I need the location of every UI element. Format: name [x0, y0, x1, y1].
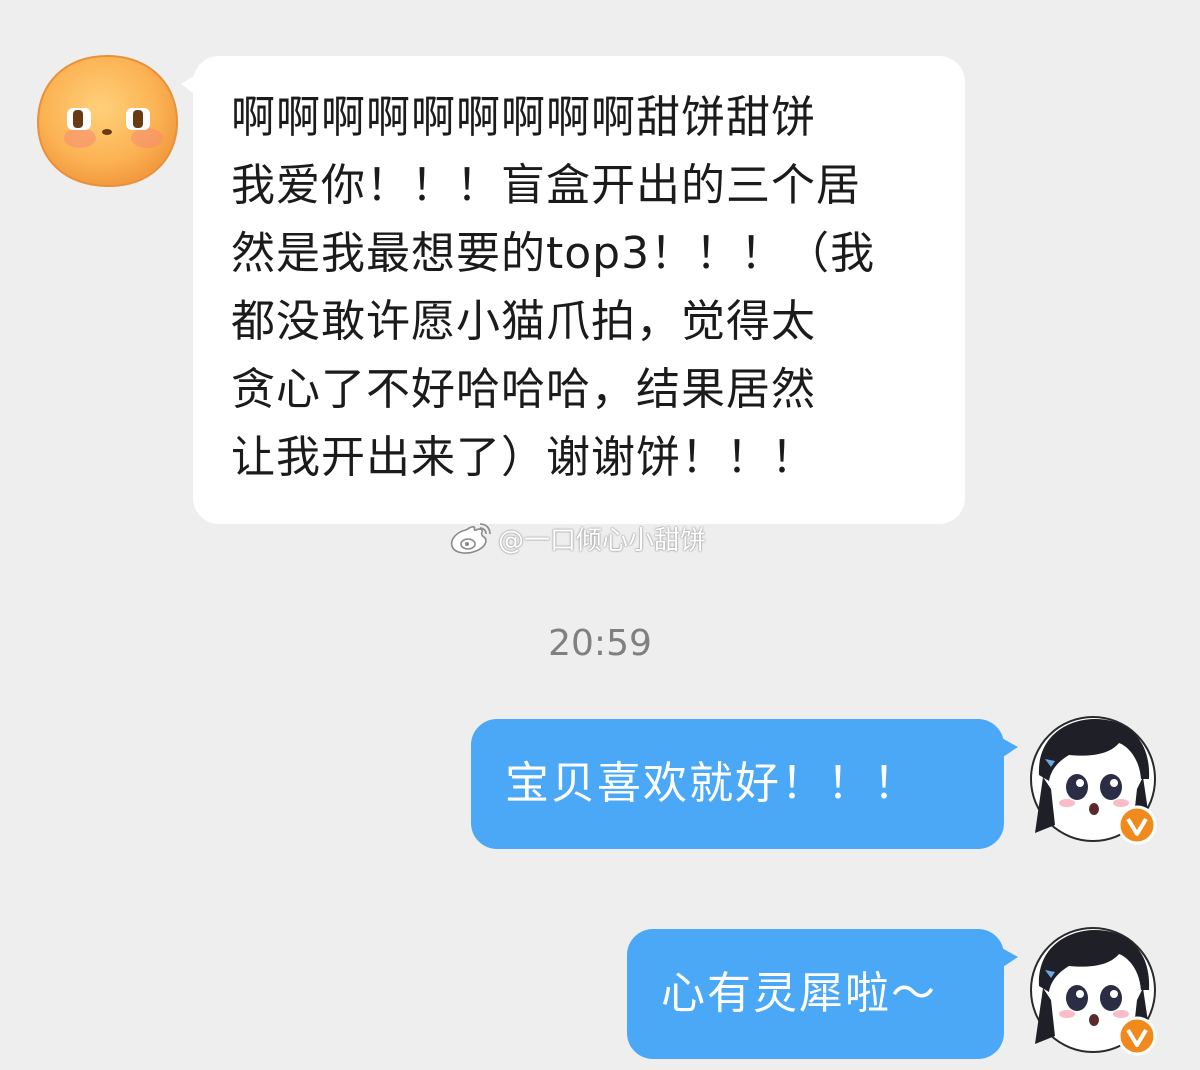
message-line: 贪心了不好哈哈哈，结果居然	[231, 364, 816, 415]
sender-avatar[interactable]	[35, 52, 180, 190]
weibo-watermark: @一口倾心小甜饼	[448, 516, 706, 560]
message-timestamp: 20:59	[548, 623, 652, 664]
message-line: 让我开出来了）谢谢饼！！！	[231, 432, 816, 483]
weibo-logo-icon	[450, 523, 491, 554]
message-line: 然是我最想要的top3！！！（我	[231, 228, 876, 279]
verified-v-badge-icon	[1117, 1016, 1157, 1056]
message-text: 心有灵犀啦～	[661, 968, 937, 1019]
message-line: 我爱你！！！盲盒开出的三个居	[231, 160, 861, 211]
message-line: 都没敢许愿小猫爪拍，觉得太	[231, 296, 816, 347]
outgoing-message-bubble[interactable]: 宝贝喜欢就好！！！	[471, 719, 1018, 849]
verified-v-badge-icon	[1117, 805, 1157, 845]
outgoing-message-bubble[interactable]: 心有灵犀啦～	[627, 929, 1018, 1059]
message-line: 啊啊啊啊啊啊啊啊啊甜饼甜饼	[231, 92, 816, 143]
orange-bun-face-avatar-icon	[36, 54, 179, 188]
incoming-message-bubble[interactable]: 啊啊啊啊啊啊啊啊啊甜饼甜饼 我爱你！！！盲盒开出的三个居 然是我最想要的top3…	[181, 56, 965, 524]
watermark-text: @一口倾心小甜饼	[498, 525, 707, 556]
user-avatar[interactable]	[1029, 715, 1163, 849]
user-avatar[interactable]	[1029, 926, 1163, 1060]
message-text: 宝贝喜欢就好！！！	[505, 758, 919, 809]
